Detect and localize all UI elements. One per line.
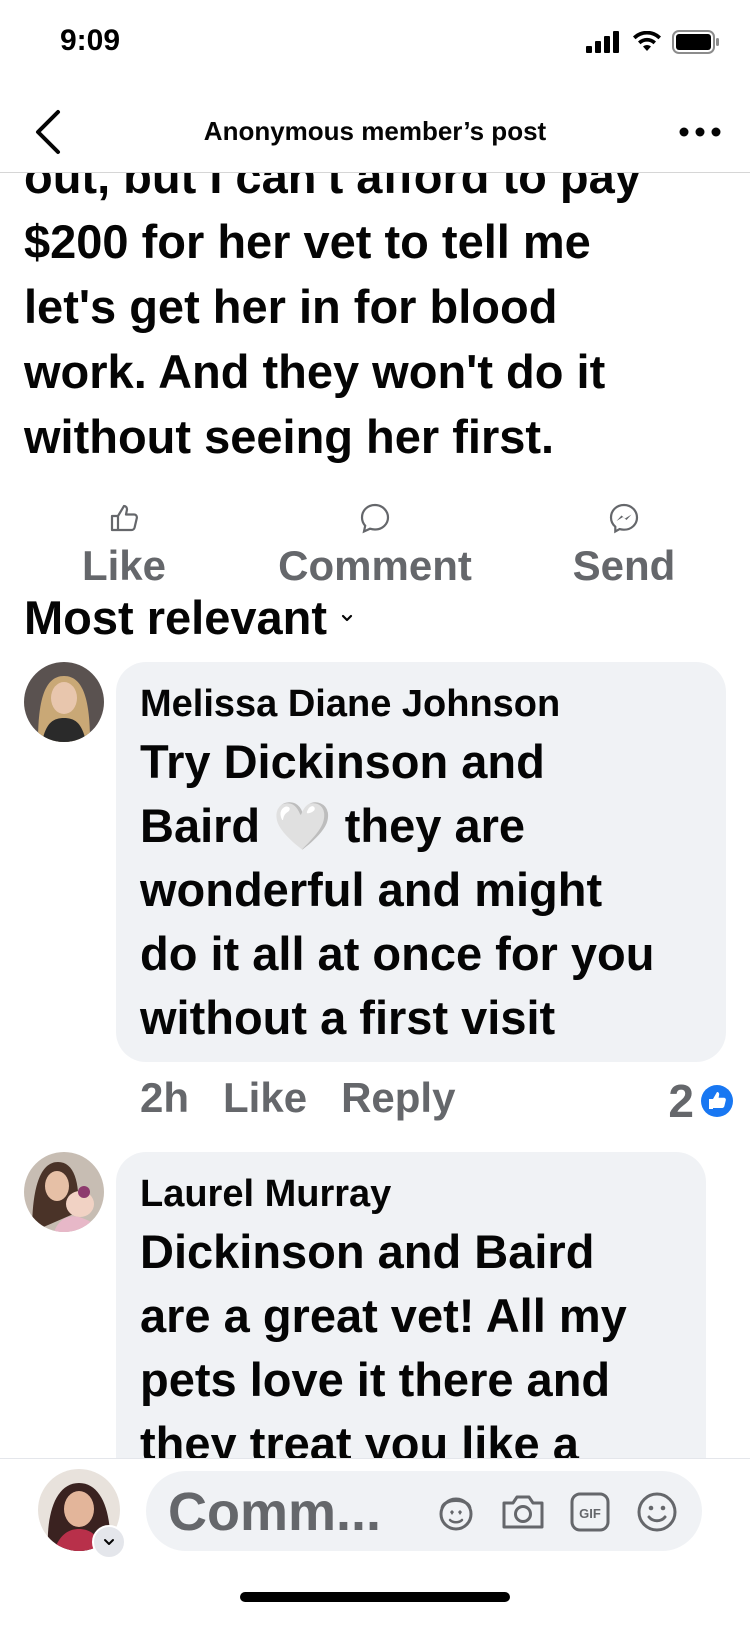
emoji-icon[interactable]	[634, 1489, 680, 1535]
chevron-down-icon	[104, 1539, 114, 1545]
like-reaction-icon	[701, 1085, 733, 1117]
comment-item: Laurel Murray Dickinson and Baird are a …	[24, 1152, 734, 1458]
thumbs-up-icon	[110, 504, 138, 532]
comment-bubble-icon	[360, 503, 390, 534]
comment-timestamp: 2h	[140, 1074, 190, 1121]
comment-line: Dickinson and Baird	[140, 1225, 595, 1278]
home-indicator	[240, 1592, 510, 1602]
avatar[interactable]	[24, 1152, 104, 1232]
avatar-sticker-icon[interactable]	[434, 1490, 478, 1534]
post-scroll-area[interactable]: out, but I can't afford to pay $200 for …	[0, 172, 750, 1458]
camera-icon[interactable]	[500, 1491, 546, 1533]
gif-icon[interactable]: GIF	[568, 1490, 612, 1534]
comment-line: wonderful and might	[140, 863, 603, 916]
commenter-photo	[24, 1152, 104, 1232]
post-line: $200 for her vet to tell me	[24, 215, 591, 268]
like-button[interactable]: Like	[0, 502, 254, 590]
battery-icon	[672, 30, 719, 54]
comment-line: Try Dickinson and	[140, 735, 545, 788]
comment-line: they treat you like a	[140, 1417, 579, 1458]
svg-text:GIF: GIF	[579, 1506, 601, 1521]
status-bar: 9:09	[0, 0, 750, 90]
more-horizontal-icon	[679, 127, 721, 137]
more-options-button[interactable]	[678, 112, 722, 152]
post-actions: Like Comment Send	[0, 502, 750, 602]
post-line: work. And they won't do it	[24, 345, 606, 398]
comment-author[interactable]: Melissa Diane Johnson	[140, 678, 702, 730]
status-time: 9:09	[60, 24, 121, 57]
comment-label: Comment	[278, 542, 472, 589]
comment-line: Baird 🤍 they are	[140, 799, 526, 852]
comment-bubble[interactable]: Melissa Diane Johnson Try Dickinson and …	[116, 662, 726, 1062]
sort-label: Most relevant	[24, 591, 327, 644]
navigation-bar: Anonymous member’s post	[0, 90, 750, 173]
comment-text: Dickinson and Baird are a great vet! All…	[140, 1220, 682, 1458]
chevron-down-icon	[341, 614, 353, 621]
comment-line: without a first visit	[140, 991, 556, 1044]
comment-placeholder: Comm...	[168, 1482, 382, 1542]
wifi-icon	[633, 31, 661, 51]
comment-text: Try Dickinson and Baird 🤍 they are wonde…	[140, 730, 702, 1050]
cellular-signal-icon	[586, 31, 619, 53]
post-line: without seeing her first.	[24, 410, 555, 463]
comment-reply-button[interactable]: Reply	[341, 1074, 455, 1122]
status-icons	[586, 30, 720, 54]
comment-line: pets love it there and	[140, 1353, 611, 1406]
reaction-summary[interactable]: 2	[668, 1074, 734, 1128]
post-line: let's get her in for blood	[24, 280, 558, 333]
messenger-icon	[609, 503, 639, 534]
like-label: Like	[81, 542, 167, 589]
comment-button[interactable]: Comment	[245, 502, 505, 590]
comment-input[interactable]: Comm... GIF	[146, 1471, 702, 1551]
post-line: out, but I can't afford to pay	[24, 172, 641, 203]
commenter-photo	[24, 662, 104, 742]
composer-icons: GIF	[434, 1489, 680, 1535]
comment-bubble[interactable]: Laurel Murray Dickinson and Baird are a …	[116, 1152, 706, 1458]
page-title: Anonymous member’s post	[203, 116, 547, 146]
send-label: Send	[572, 542, 676, 589]
comment-item: Melissa Diane Johnson Try Dickinson and …	[24, 662, 734, 1127]
comment-meta: 2h Like Reply	[140, 1074, 455, 1122]
avatar[interactable]	[24, 662, 104, 742]
comment-line: are a great vet! All my	[140, 1289, 627, 1342]
comment-like-button[interactable]: Like	[223, 1074, 307, 1122]
reaction-count: 2	[668, 1075, 694, 1127]
post-body: out, but I can't afford to pay $200 for …	[24, 172, 734, 469]
comment-sort-selector[interactable]: Most relevant	[24, 590, 355, 645]
send-button[interactable]: Send	[494, 502, 750, 590]
account-switcher-chevron-icon[interactable]	[92, 1525, 126, 1559]
comment-line: do it all at once for you	[140, 927, 655, 980]
comment-author[interactable]: Laurel Murray	[140, 1168, 682, 1220]
